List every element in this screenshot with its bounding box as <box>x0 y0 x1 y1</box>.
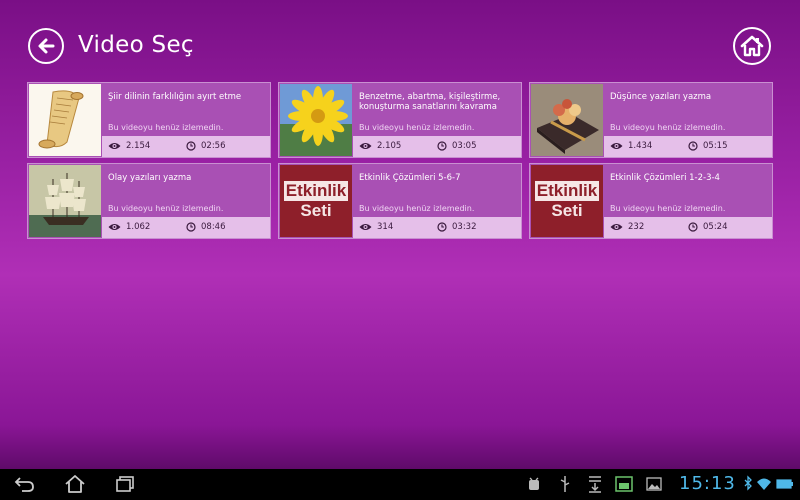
watch-status: Bu videoyu henüz izlemedin. <box>108 204 224 213</box>
view-count: 1.434 <box>628 141 653 151</box>
header: Video Seç <box>0 0 800 80</box>
view-count: 314 <box>377 222 394 232</box>
clock-icon <box>186 222 196 232</box>
home-nav-icon[interactable] <box>64 474 86 494</box>
video-title: Etkinlik Çözümleri 1-2-3-4 <box>610 173 720 183</box>
video-title: Benzetme, abartma, kişileştirme, konuştu… <box>359 92 501 112</box>
video-duration: 05:24 <box>703 222 728 232</box>
clock-icon <box>437 222 447 232</box>
android-debug-icon <box>529 477 539 490</box>
video-title: Şiir dilinin farklılığını ayırt etme <box>108 92 242 102</box>
sailing-ship-image <box>29 165 101 237</box>
clock-icon <box>688 222 698 232</box>
back-button[interactable] <box>28 28 64 64</box>
eye-icon <box>359 143 372 149</box>
video-duration: 02:56 <box>201 141 226 151</box>
video-card[interactable]: Etkinlik Seti Etkinlik Çözümleri 5-6-7 B… <box>278 163 522 239</box>
eye-icon <box>610 224 623 230</box>
clock-icon <box>186 141 196 151</box>
video-title: Düşünce yazıları yazma <box>610 92 712 102</box>
scroll-image <box>29 84 101 156</box>
eye-icon <box>359 224 372 230</box>
download-icon <box>589 476 601 493</box>
watch-status: Bu videoyu henüz izlemedin. <box>610 123 726 132</box>
video-card[interactable]: Olay yazıları yazma Bu videoyu henüz izl… <box>27 163 271 239</box>
video-stats: 232 05:24 <box>604 217 772 238</box>
video-card[interactable]: Şiir dilinin farklılığını ayırt etme Bu … <box>27 82 271 158</box>
recent-apps-icon[interactable] <box>114 474 136 494</box>
watch-status: Bu videoyu henüz izlemedin. <box>108 123 224 132</box>
yellow-flower-image <box>280 84 352 156</box>
gallery-icon <box>646 477 662 491</box>
arrow-left-icon <box>38 38 55 54</box>
video-duration: 08:46 <box>201 222 226 232</box>
wifi-icon <box>757 478 771 490</box>
view-count: 232 <box>628 222 645 232</box>
usb-icon <box>560 476 570 492</box>
video-card[interactable]: Düşünce yazıları yazma Bu videoyu henüz … <box>529 82 773 158</box>
eye-icon <box>610 143 623 149</box>
watch-status: Bu videoyu henüz izlemedin. <box>359 204 475 213</box>
clock-icon <box>688 141 698 151</box>
etkinlik-seti-logo: Etkinlik Seti <box>280 165 352 237</box>
video-stats: 1.062 08:46 <box>102 217 270 238</box>
eye-icon <box>108 224 121 230</box>
watch-status: Bu videoyu henüz izlemedin. <box>610 204 726 213</box>
video-title: Etkinlik Çözümleri 5-6-7 <box>359 173 461 183</box>
video-stats: 2.154 02:56 <box>102 136 270 157</box>
video-card[interactable]: Etkinlik Seti Etkinlik Çözümleri 1-2-3-4… <box>529 163 773 239</box>
back-nav-icon[interactable] <box>14 474 36 494</box>
video-duration: 03:05 <box>452 141 477 151</box>
home-icon <box>740 35 764 57</box>
video-title: Olay yazıları yazma <box>108 173 192 183</box>
video-card[interactable]: Benzetme, abartma, kişileştirme, konuştu… <box>278 82 522 158</box>
video-duration: 05:15 <box>703 141 728 151</box>
video-duration: 03:32 <box>452 222 477 232</box>
video-stats: 2.105 03:05 <box>353 136 521 157</box>
clock-icon <box>437 141 447 151</box>
system-navigation-bar: 15:13 <box>0 469 800 500</box>
video-stats: 1.434 05:15 <box>604 136 772 157</box>
watch-status: Bu videoyu henüz izlemedin. <box>359 123 475 132</box>
video-stats: 314 03:32 <box>353 217 521 238</box>
screenshot-icon <box>615 476 633 492</box>
view-count: 1.062 <box>126 222 151 232</box>
page-title: Video Seç <box>78 32 194 58</box>
view-count: 2.105 <box>377 141 402 151</box>
home-button[interactable] <box>733 27 771 65</box>
etkinlik-seti-logo: Etkinlik Seti <box>531 165 603 237</box>
gift-book-image <box>531 84 603 156</box>
bluetooth-icon <box>744 475 752 491</box>
view-count: 2.154 <box>126 141 151 151</box>
eye-icon <box>108 143 121 149</box>
battery-icon <box>776 479 793 489</box>
status-clock: 15:13 <box>679 473 736 494</box>
